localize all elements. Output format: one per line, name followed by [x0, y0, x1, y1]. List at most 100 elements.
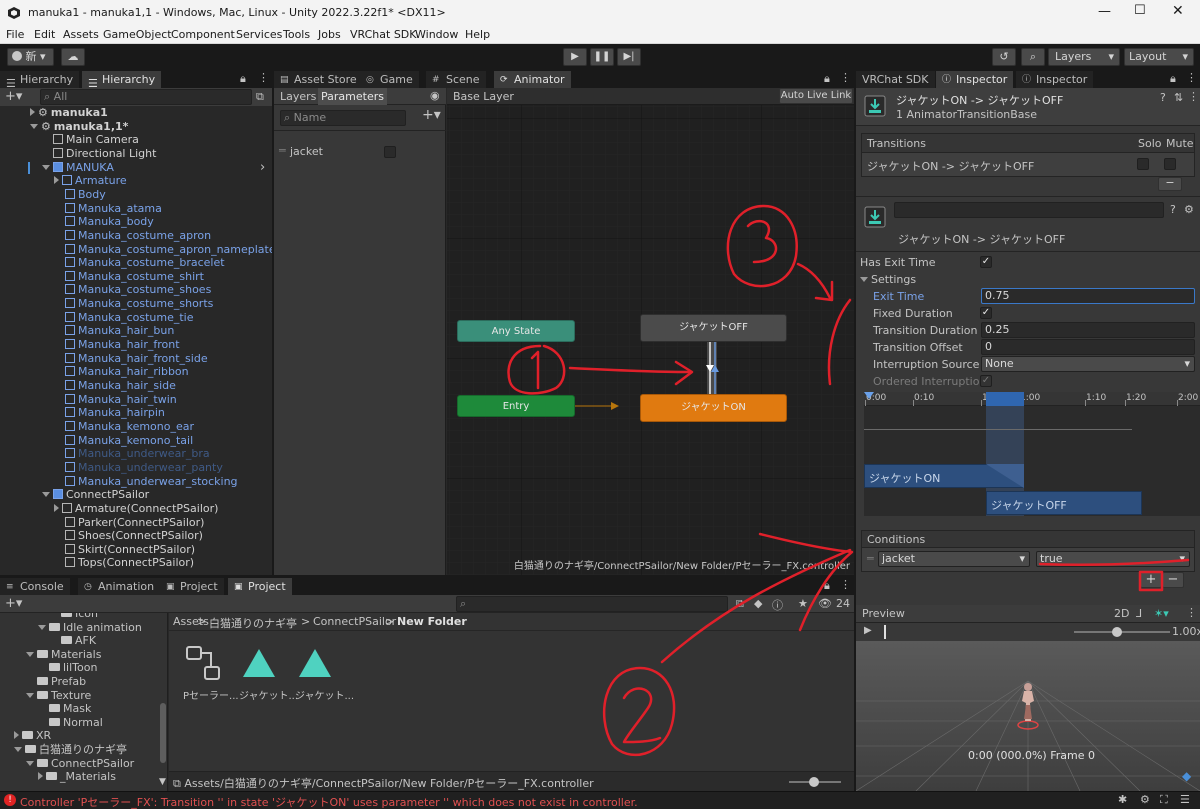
collapse-arrow-icon[interactable]	[42, 492, 50, 498]
timeline-off-clip[interactable]: ジャケットOFF	[986, 491, 1142, 515]
menu-item-component[interactable]: Component	[171, 28, 235, 41]
menu-item-assets[interactable]: Assets	[63, 28, 99, 41]
menu-item-tools[interactable]: Tools	[283, 28, 310, 41]
lock-icon[interactable]: 🔒︎	[824, 72, 830, 86]
icon-size-slider-thumb[interactable]	[809, 777, 819, 787]
tab-game[interactable]: ◎ Game	[360, 70, 419, 88]
layers-dropdown[interactable]: Layers ▾	[1048, 48, 1120, 66]
more-icon[interactable]: ⋮	[1188, 90, 1199, 103]
hierarchy-item[interactable]: Manuka_underwear_panty	[54, 461, 223, 475]
has-exit-time-checkbox[interactable]: ✓	[980, 256, 992, 268]
preview-scrubber[interactable]	[884, 625, 886, 639]
hierarchy-item[interactable]: Armature(ConnectPSailor)	[54, 502, 218, 516]
eye-icon[interactable]: ◉	[430, 89, 440, 102]
hierarchy-item[interactable]: Tops(ConnectPSailor)	[54, 556, 194, 570]
avatar-icon[interactable]: ✶▾	[1154, 607, 1169, 620]
menu-item-jobs[interactable]: Jobs	[318, 28, 341, 41]
more-icon[interactable]: ⋮	[258, 71, 269, 84]
speed-slider-thumb[interactable]	[1112, 627, 1122, 637]
hierarchy-item[interactable]: Manuka_body	[54, 215, 154, 229]
menu-item-services[interactable]: Services	[236, 28, 282, 41]
parameter-row[interactable]: ═ jacket	[274, 142, 446, 162]
animator-graph[interactable]: Base Layer Auto Live Link Any State ジャケッ…	[447, 88, 854, 575]
tree-scrollbar[interactable]	[160, 703, 166, 763]
hierarchy-item[interactable]: MANUKA ›	[0, 160, 272, 175]
expand-arrow-icon[interactable]	[14, 731, 19, 740]
filter-icon[interactable]: ⧉	[256, 90, 264, 104]
tab-animator[interactable]: ⟳ Animator	[494, 70, 571, 88]
tab-animation[interactable]: ◷ Animation	[78, 577, 161, 595]
transition-range-handle[interactable]	[986, 392, 1024, 406]
maximize-icon[interactable]: ☐	[1134, 3, 1146, 18]
expand-arrow-icon[interactable]	[38, 772, 43, 781]
menu-item-help[interactable]: Help	[465, 28, 490, 41]
layout-dropdown[interactable]: Layout ▾	[1124, 48, 1194, 66]
hierarchy-item[interactable]: Manuka_costume_apron_nameplate	[54, 243, 272, 257]
minimize-icon[interactable]: —	[1098, 4, 1111, 19]
condition-value-dropdown[interactable]: true ▾	[1036, 551, 1190, 567]
tab-project[interactable]: ▣ Project	[228, 577, 292, 595]
collapse-arrow-icon[interactable]	[42, 164, 50, 170]
drag-handle-icon[interactable]: ═	[867, 552, 874, 565]
ordered-interruption-checkbox[interactable]: ✓	[980, 375, 992, 387]
tab-hierarchy-1[interactable]: ☰ Hierarchy	[0, 70, 80, 90]
hierarchy-item[interactable]: Manuka_hair_bun	[54, 324, 174, 338]
tab-inspector[interactable]: ⓘ Inspector	[1016, 70, 1094, 88]
add-parameter-icon[interactable]: +▾	[422, 107, 441, 123]
interruption-source-dropdown[interactable]: None ▾	[981, 356, 1195, 372]
lock-icon[interactable]: 🔒︎	[1170, 72, 1176, 86]
condition-parameter-dropdown[interactable]: jacket ▾	[878, 551, 1030, 567]
play-button[interactable]: ▶	[563, 48, 587, 66]
settings-gear-icon[interactable]: ⚙	[1184, 203, 1194, 216]
help-icon[interactable]: ?	[1170, 203, 1176, 216]
solo-checkbox[interactable]	[1137, 158, 1149, 170]
more-icon[interactable]: ⋮	[1186, 71, 1197, 84]
notification-icon[interactable]: ☰	[1180, 793, 1190, 806]
collapse-arrow-icon[interactable]	[14, 747, 22, 752]
hierarchy-item[interactable]: Manuka_hair_ribbon	[54, 365, 189, 379]
breadcrumb-item[interactable]: New Folder	[397, 615, 467, 628]
hierarchy-item[interactable]: Manuka_kemono_ear	[54, 420, 194, 434]
hierarchy-item[interactable]: Manuka_atama	[54, 202, 162, 216]
hierarchy-search-input[interactable]: ⌕ All	[40, 89, 252, 105]
fixed-duration-checkbox[interactable]: ✓	[980, 307, 992, 319]
hierarchy-item[interactable]: Manuka_underwear_bra	[54, 447, 210, 461]
remove-condition-button[interactable]: −	[1162, 572, 1184, 588]
collapse-arrow-icon[interactable]	[26, 692, 34, 698]
tab-asset-store[interactable]: ▤ Asset Store	[274, 70, 363, 88]
menu-item-window[interactable]: Window	[415, 28, 458, 41]
hierarchy-item[interactable]: Manuka_hair_side	[54, 379, 176, 393]
hierarchy-item[interactable]: Manuka_hairpin	[54, 406, 165, 420]
parameter-bool-checkbox[interactable]	[384, 146, 396, 158]
open-prefab-icon[interactable]: ›	[260, 160, 265, 175]
hierarchy-item[interactable]: Shoes(ConnectPSailor)	[54, 529, 203, 543]
pivot-icon[interactable]: ⅃	[1136, 607, 1142, 620]
hierarchy-item[interactable]: Manuka_costume_apron	[54, 229, 211, 243]
menu-item-file[interactable]: File	[6, 28, 24, 41]
scroll-down-icon[interactable]: ▼	[159, 777, 166, 787]
collapse-arrow-icon[interactable]	[38, 624, 46, 630]
breadcrumb-item[interactable]: ConnectPSailor	[313, 615, 396, 628]
transition-row[interactable]: ジャケットON -> ジャケットOFF	[861, 153, 1195, 177]
subtab-parameters[interactable]: Parameters	[318, 88, 387, 105]
more-icon[interactable]: ⋮	[1186, 606, 1197, 619]
add-condition-button[interactable]: +	[1140, 572, 1162, 588]
project-folder-item[interactable]: _Materials	[38, 770, 116, 784]
parameter-search-input[interactable]: ⌕ Name	[280, 110, 406, 126]
asset-controller[interactable]: Pセーラー...	[183, 643, 239, 703]
collapse-arrow-icon[interactable]	[26, 760, 34, 766]
menu-item-vrchat-sdk[interactable]: VRChat SDK	[350, 28, 417, 41]
timeline-playhead-icon[interactable]	[864, 392, 874, 399]
warning-filter-icon[interactable]: ⓘ	[772, 597, 783, 613]
scene-filter-icon[interactable]: ⧉	[736, 597, 744, 611]
project-folder-item[interactable]: AFK	[50, 634, 96, 648]
condition-row[interactable]: ═ jacket ▾ true ▾	[861, 548, 1195, 572]
hierarchy-item[interactable]: Directional Light	[42, 147, 156, 161]
project-folder-item[interactable]: 白猫通りのナギ亭	[14, 743, 127, 757]
hierarchy-item[interactable]: Manuka_costume_shirt	[54, 270, 204, 284]
subtab-layers[interactable]: Layers	[277, 88, 319, 105]
pause-button[interactable]: ❚❚	[590, 48, 614, 66]
expand-arrow-icon[interactable]	[54, 503, 59, 512]
hierarchy-item[interactable]: Parker(ConnectPSailor)	[54, 516, 204, 530]
project-folder-item[interactable]: Mask	[38, 702, 91, 716]
